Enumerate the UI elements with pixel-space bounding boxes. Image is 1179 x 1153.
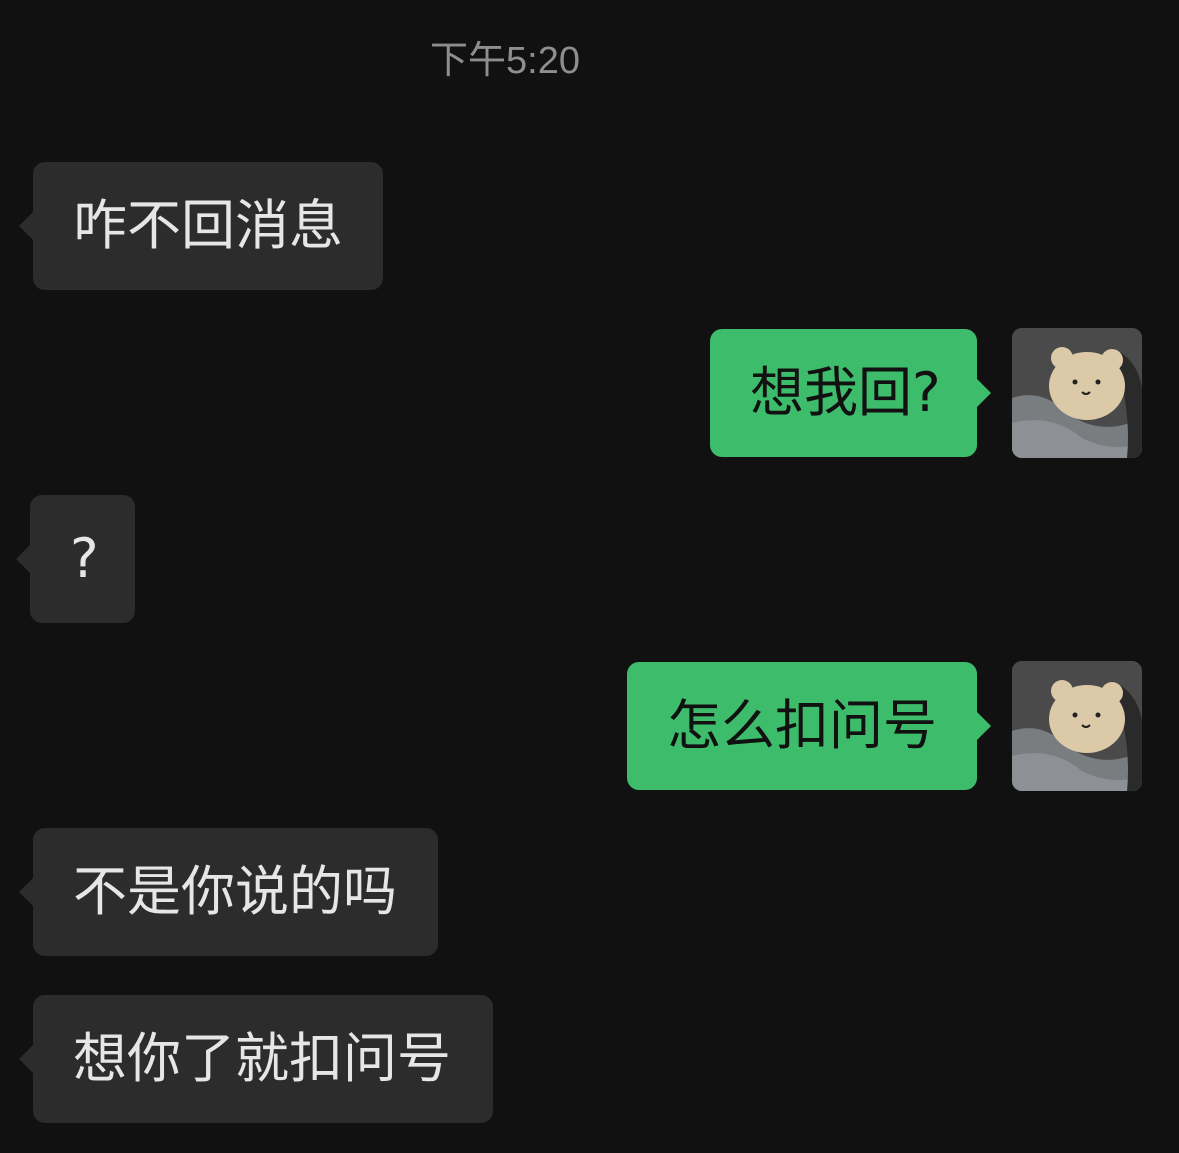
incoming-message-bubble[interactable]: ? (16, 495, 135, 623)
incoming-message-bubble[interactable]: 咋不回消息 (19, 162, 383, 290)
message-text: 不是你说的吗 (73, 860, 397, 923)
outgoing-message-bubble[interactable]: 怎么扣问号 (627, 662, 991, 790)
incoming-message-bubble[interactable]: 想你了就扣问号 (19, 995, 493, 1123)
incoming-message-bubble[interactable]: 不是你说的吗 (19, 828, 438, 956)
bear-avatar-icon[interactable] (1012, 661, 1142, 791)
message-text: 想我回? (750, 361, 941, 424)
message-text: ? (70, 527, 99, 590)
message-text: 咋不回消息 (73, 194, 343, 257)
outgoing-message-bubble[interactable]: 想我回? (710, 329, 991, 457)
message-text: 怎么扣问号 (667, 694, 937, 757)
bear-avatar-icon[interactable] (1012, 328, 1142, 458)
message-timestamp: 下午5:20 (430, 40, 580, 82)
message-text: 想你了就扣问号 (73, 1027, 451, 1090)
chat-window: 下午5:20 咋不回消息 想我回? ? 怎么扣问号 不是你说的吗 想你了就扣问号 (0, 0, 1179, 1153)
